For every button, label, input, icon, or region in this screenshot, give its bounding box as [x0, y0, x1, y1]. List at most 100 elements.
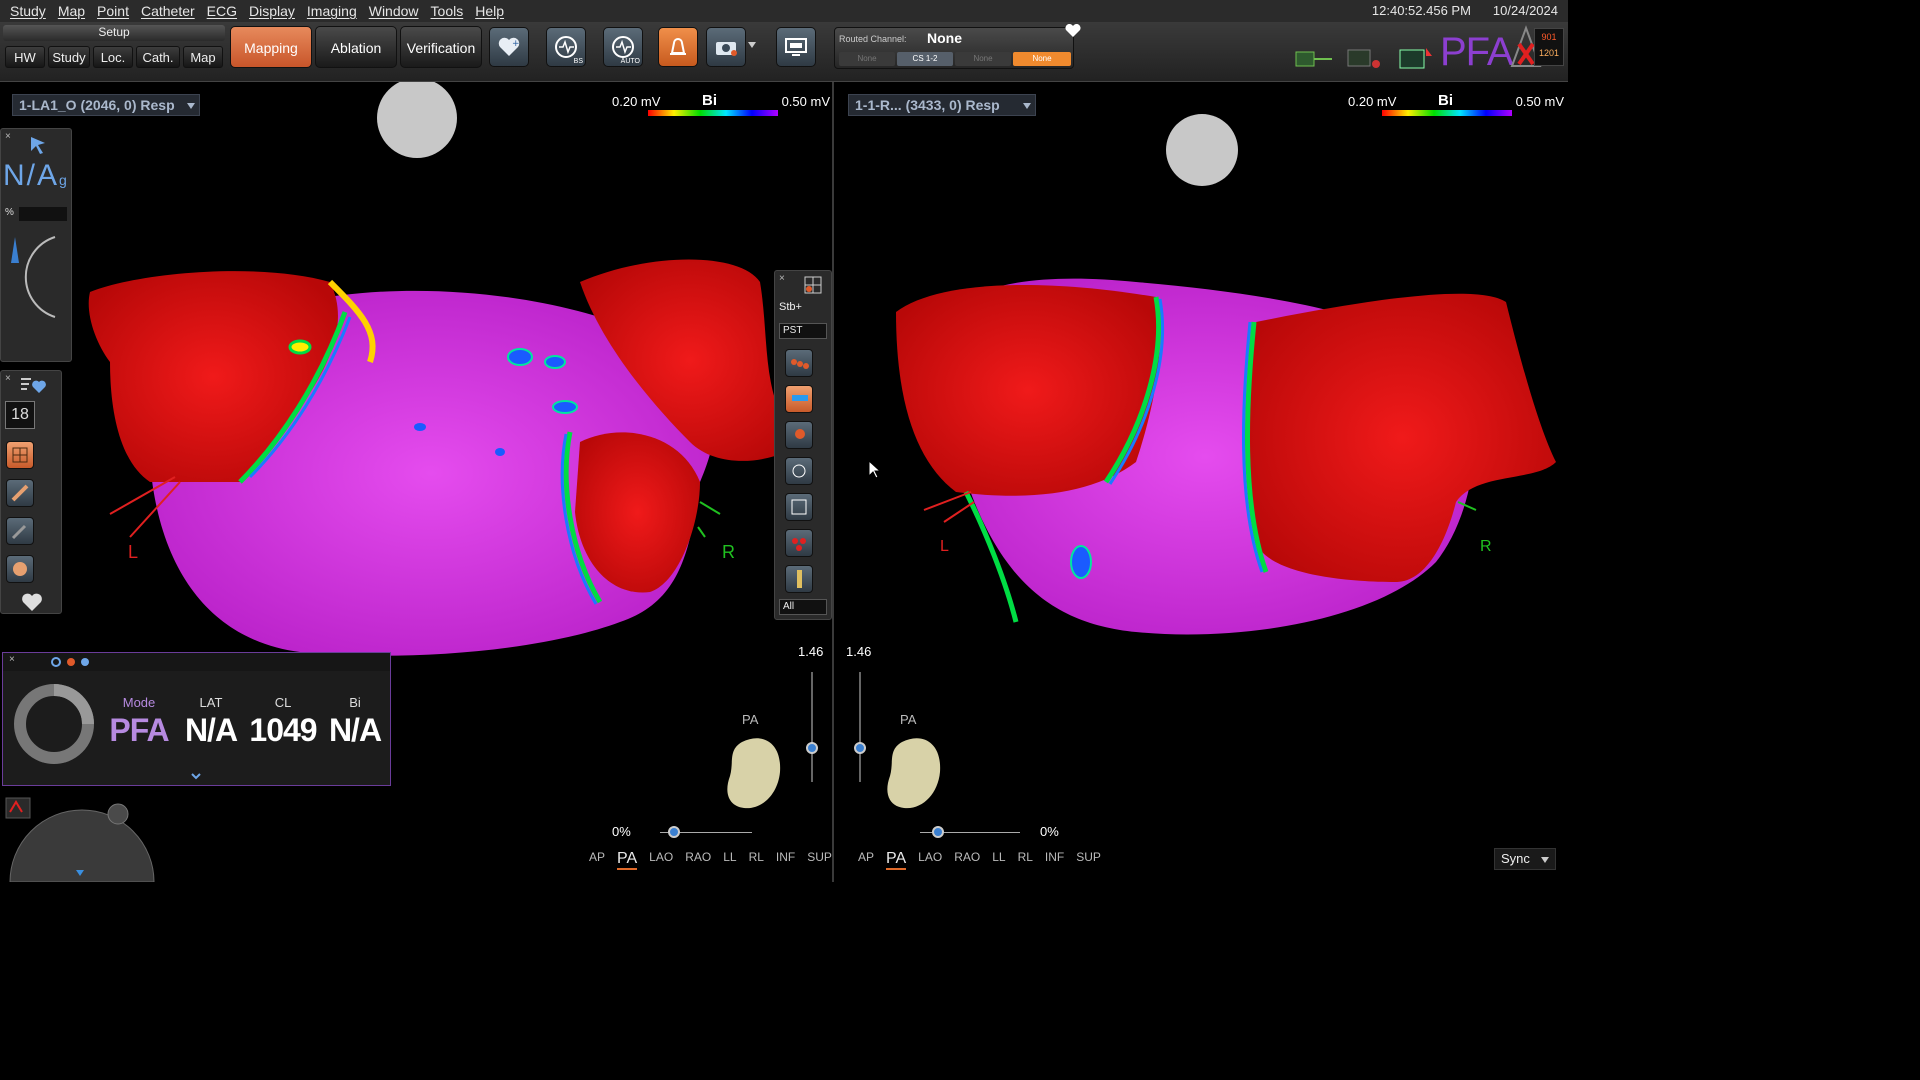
- alert-button[interactable]: [658, 27, 698, 67]
- heart-settings-icon[interactable]: [19, 591, 45, 613]
- toolbar: Setup HW Study Loc. Cath. Map Mapping Ab…: [0, 22, 1568, 82]
- menu-map[interactable]: Map: [52, 3, 91, 19]
- compass-bs-button[interactable]: BS: [546, 27, 586, 67]
- routed-chip[interactable]: None: [955, 52, 1011, 66]
- pointer-icon[interactable]: [29, 135, 49, 155]
- catheter-palette: × N/Ag %: [0, 128, 72, 362]
- setup-hw-button[interactable]: HW: [5, 46, 45, 68]
- setup-study-button[interactable]: Study: [48, 46, 90, 68]
- point-tool-3[interactable]: [785, 421, 813, 449]
- view-sup[interactable]: SUP: [1076, 850, 1101, 870]
- view-lao[interactable]: LAO: [918, 850, 942, 870]
- heart-orientation-icon[interactable]: [882, 732, 952, 814]
- routed-channel[interactable]: Routed Channel: None None CS 1-2 None No…: [834, 27, 1074, 69]
- close-icon[interactable]: ×: [9, 654, 15, 665]
- menu-display[interactable]: Display: [243, 3, 301, 19]
- wheel-toggle[interactable]: [5, 797, 31, 819]
- view-pa[interactable]: PA: [617, 850, 638, 870]
- verification-tab[interactable]: Verification: [400, 26, 482, 68]
- ablation-tab[interactable]: Ablation: [315, 26, 397, 68]
- view-ll[interactable]: LL: [723, 850, 736, 870]
- point-tool-6[interactable]: [785, 529, 813, 557]
- view-inf[interactable]: INF: [776, 850, 795, 870]
- settings-icons[interactable]: [51, 656, 91, 668]
- left-zoom-handle[interactable]: [806, 742, 818, 754]
- right-view-buttons: AP PA LAO RAO LL RL INF SUP: [858, 850, 1101, 870]
- menu-point[interactable]: Point: [91, 3, 135, 19]
- catheter-tool-button[interactable]: [6, 479, 34, 507]
- heart-list-icon[interactable]: [19, 375, 47, 395]
- setup-cath-button[interactable]: Cath.: [136, 46, 180, 68]
- counter-badge: 901 1201: [1534, 28, 1564, 66]
- point-grid-icon[interactable]: [801, 273, 825, 295]
- setup-map-button[interactable]: Map: [183, 46, 223, 68]
- point-tool-5[interactable]: [785, 493, 813, 521]
- group-icon: [792, 464, 806, 478]
- view-pa[interactable]: PA: [886, 850, 907, 870]
- camera-icon: [716, 42, 737, 56]
- close-icon[interactable]: ×: [779, 273, 785, 284]
- heart-orientation-icon[interactable]: [722, 732, 792, 814]
- wheel-knob[interactable]: [107, 803, 129, 825]
- compass-auto-button[interactable]: AUTO: [603, 27, 643, 67]
- right-map-selector[interactable]: 1-1-R... (3433, 0) Resp: [848, 94, 1036, 116]
- mouse-cursor-icon: [868, 460, 882, 479]
- menu-catheter[interactable]: Catheter: [135, 3, 201, 19]
- close-icon[interactable]: ×: [5, 373, 11, 384]
- count-value[interactable]: 18: [5, 401, 35, 429]
- view-ll[interactable]: LL: [992, 850, 1005, 870]
- right-opacity-handle[interactable]: [932, 826, 944, 838]
- heart-add-button[interactable]: +: [489, 27, 529, 67]
- auto-label: AUTO: [620, 58, 640, 65]
- menu-tools[interactable]: Tools: [425, 3, 470, 19]
- right-map-view[interactable]: 1-1-R... (3433, 0) Resp 0.20 mV Bi 0.50 …: [836, 82, 1568, 882]
- view-inf[interactable]: INF: [1045, 850, 1064, 870]
- routed-chip[interactable]: None: [839, 52, 895, 66]
- view-sup[interactable]: SUP: [807, 850, 832, 870]
- menu-ecg[interactable]: ECG: [201, 3, 243, 19]
- left-zoom-slider[interactable]: [811, 672, 813, 782]
- heart-status-icon: [1065, 24, 1081, 37]
- routed-chip[interactable]: None: [1013, 52, 1071, 66]
- camera-button[interactable]: [706, 27, 746, 67]
- brush-tool-button[interactable]: [6, 517, 34, 545]
- left-map-selector[interactable]: 1-LA1_O (2046, 0) Resp: [12, 94, 200, 116]
- monitor-button[interactable]: [776, 27, 816, 67]
- close-icon[interactable]: ×: [5, 131, 11, 142]
- menu-study[interactable]: Study: [0, 3, 52, 19]
- expand-chevron-icon[interactable]: [191, 773, 201, 781]
- right-zoom-slider[interactable]: [859, 672, 861, 782]
- menu-window[interactable]: Window: [363, 3, 425, 19]
- point-tool-4[interactable]: [785, 457, 813, 485]
- point-tool-2[interactable]: [785, 385, 813, 413]
- left-zoom-value: 1.46: [798, 644, 824, 659]
- sync-select[interactable]: Sync: [1494, 848, 1556, 870]
- filter-select[interactable]: PST: [779, 323, 827, 339]
- ruler-icon: [797, 570, 802, 588]
- camera-dropdown-icon[interactable]: [748, 42, 756, 48]
- right-zoom-handle[interactable]: [854, 742, 866, 754]
- heart-tool-icon: [13, 562, 27, 576]
- point-tool-1[interactable]: [785, 349, 813, 377]
- routed-chip[interactable]: CS 1-2: [897, 52, 953, 66]
- all-select[interactable]: All: [779, 599, 827, 615]
- menu-help[interactable]: Help: [469, 3, 510, 19]
- setup-loc-button[interactable]: Loc.: [93, 46, 133, 68]
- view-rl[interactable]: RL: [749, 850, 764, 870]
- view-rao[interactable]: RAO: [685, 850, 711, 870]
- point-tool-7[interactable]: [785, 565, 813, 593]
- left-opacity-handle[interactable]: [668, 826, 680, 838]
- view-lao[interactable]: LAO: [649, 850, 673, 870]
- setup-button[interactable]: Setup: [3, 25, 225, 41]
- view-ap[interactable]: AP: [589, 850, 605, 870]
- mapping-tab[interactable]: Mapping: [230, 26, 312, 68]
- view-ap[interactable]: AP: [858, 850, 874, 870]
- view-rao[interactable]: RAO: [954, 850, 980, 870]
- heart-tool-button[interactable]: [6, 555, 34, 583]
- menu-imaging[interactable]: Imaging: [301, 3, 363, 19]
- grid-tool-button[interactable]: [6, 441, 34, 469]
- tool-wheel[interactable]: [0, 796, 160, 882]
- progress-ring: [14, 684, 94, 764]
- chevron-down-icon: [187, 103, 195, 109]
- view-rl[interactable]: RL: [1018, 850, 1033, 870]
